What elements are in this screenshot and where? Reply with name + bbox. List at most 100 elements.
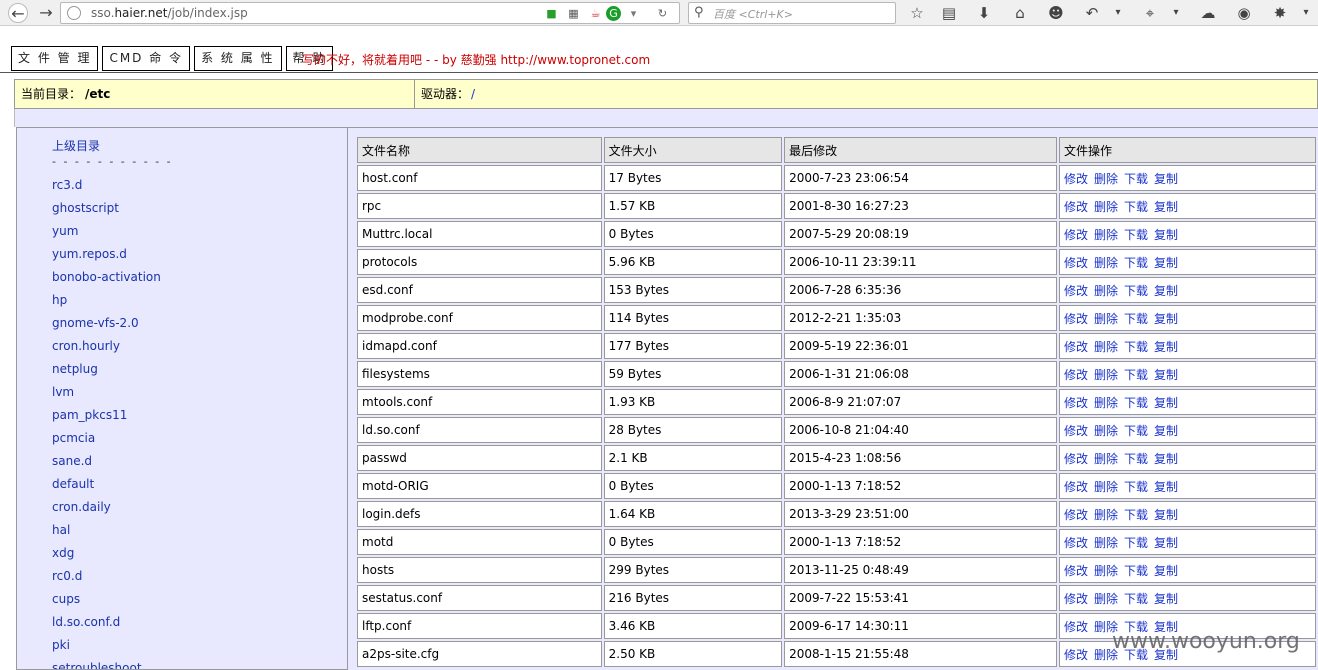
directory-link[interactable]: hp [52, 292, 161, 315]
reload-icon[interactable]: ↻ [655, 6, 670, 21]
delete-link[interactable]: 删除 [1094, 508, 1118, 522]
dropdown-icon[interactable]: ▾ [626, 6, 641, 21]
directory-link[interactable]: cron.daily [52, 499, 161, 522]
directory-link[interactable]: lvm [52, 384, 161, 407]
edit-link[interactable]: 修改 [1064, 200, 1088, 214]
delete-link[interactable]: 删除 [1094, 536, 1118, 550]
system-properties-button[interactable]: 系 统 属 性 [194, 46, 282, 71]
directory-link[interactable]: ld.so.conf.d [52, 614, 161, 637]
download-link[interactable]: 下载 [1124, 340, 1148, 354]
copy-link[interactable]: 复制 [1154, 508, 1178, 522]
crop-menu-icon[interactable]: ▾ [1166, 3, 1186, 23]
undo-menu-icon[interactable]: ▾ [1108, 3, 1128, 23]
back-icon[interactable]: ← [8, 3, 28, 23]
download-link[interactable]: 下载 [1124, 396, 1148, 410]
delete-link[interactable]: 删除 [1094, 368, 1118, 382]
delete-link[interactable]: 删除 [1094, 284, 1118, 298]
copy-link[interactable]: 复制 [1154, 284, 1178, 298]
delete-link[interactable]: 删除 [1094, 592, 1118, 606]
download-link[interactable]: 下载 [1124, 200, 1148, 214]
edit-link[interactable]: 修改 [1064, 284, 1088, 298]
delete-link[interactable]: 删除 [1094, 452, 1118, 466]
forward-icon[interactable]: → [36, 3, 56, 23]
directory-link[interactable]: cups [52, 591, 161, 614]
edit-link[interactable]: 修改 [1064, 620, 1088, 634]
extension-icon[interactable]: ✸ [1270, 3, 1290, 23]
edit-link[interactable]: 修改 [1064, 368, 1088, 382]
copy-link[interactable]: 复制 [1154, 340, 1178, 354]
edit-link[interactable]: 修改 [1064, 536, 1088, 550]
copy-link[interactable]: 复制 [1154, 564, 1178, 578]
download-link[interactable]: 下载 [1124, 564, 1148, 578]
grammarly-icon[interactable]: G [606, 6, 621, 21]
file-manage-button[interactable]: 文 件 管 理 [11, 46, 99, 71]
download-link[interactable]: 下载 [1124, 284, 1148, 298]
download-link[interactable]: 下载 [1124, 228, 1148, 242]
download-link[interactable]: 下载 [1124, 256, 1148, 270]
directory-link[interactable]: sane.d [52, 453, 161, 476]
copy-link[interactable]: 复制 [1154, 256, 1178, 270]
drive-link[interactable]: / [471, 87, 475, 101]
directory-link[interactable]: bonobo-activation [52, 269, 161, 292]
chat-icon[interactable]: ☻ [1046, 3, 1066, 23]
edit-link[interactable]: 修改 [1064, 592, 1088, 606]
directory-link[interactable]: rc0.d [52, 568, 161, 591]
copy-link[interactable]: 复制 [1154, 368, 1178, 382]
directory-link[interactable]: pki [52, 637, 161, 660]
edit-link[interactable]: 修改 [1064, 452, 1088, 466]
delete-link[interactable]: 删除 [1094, 396, 1118, 410]
delete-link[interactable]: 删除 [1094, 424, 1118, 438]
copy-link[interactable]: 复制 [1154, 312, 1178, 326]
home-icon[interactable]: ⌂ [1010, 3, 1030, 23]
directory-link[interactable]: hal [52, 522, 161, 545]
delete-link[interactable]: 删除 [1094, 312, 1118, 326]
download-link[interactable]: 下载 [1124, 312, 1148, 326]
directory-link[interactable]: rc3.d [52, 177, 161, 200]
download-link[interactable]: 下载 [1124, 368, 1148, 382]
edit-link[interactable]: 修改 [1064, 396, 1088, 410]
copy-link[interactable]: 复制 [1154, 480, 1178, 494]
shield-icon[interactable]: ■ [544, 6, 559, 21]
search-input[interactable]: ⚲ 百度 <Ctrl+K> [688, 2, 896, 24]
download-link[interactable]: 下载 [1124, 452, 1148, 466]
directory-link[interactable]: cron.hourly [52, 338, 161, 361]
edit-link[interactable]: 修改 [1064, 564, 1088, 578]
directory-link[interactable]: pam_pkcs11 [52, 407, 161, 430]
edit-link[interactable]: 修改 [1064, 480, 1088, 494]
edit-link[interactable]: 修改 [1064, 228, 1088, 242]
delete-link[interactable]: 删除 [1094, 340, 1118, 354]
copy-link[interactable]: 复制 [1154, 396, 1178, 410]
edit-link[interactable]: 修改 [1064, 172, 1088, 186]
edit-link[interactable]: 修改 [1064, 424, 1088, 438]
copy-link[interactable]: 复制 [1154, 200, 1178, 214]
directory-link[interactable]: yum [52, 223, 161, 246]
download-link[interactable]: 下载 [1124, 172, 1148, 186]
directory-link[interactable]: pcmcia [52, 430, 161, 453]
directory-link[interactable]: xdg [52, 545, 161, 568]
download-link[interactable]: 下载 [1124, 424, 1148, 438]
copy-link[interactable]: 复制 [1154, 424, 1178, 438]
edit-link[interactable]: 修改 [1064, 508, 1088, 522]
overflow-menu-icon[interactable]: ▾ [1296, 3, 1316, 23]
delete-link[interactable]: 删除 [1094, 564, 1118, 578]
download-link[interactable]: 下载 [1124, 536, 1148, 550]
directory-link[interactable]: setroubleshoot [52, 660, 161, 669]
delete-link[interactable]: 删除 [1094, 172, 1118, 186]
comment-icon[interactable]: ☁ [1198, 3, 1218, 23]
download-link[interactable]: 下载 [1124, 592, 1148, 606]
cmd-button[interactable]: CMD 命 令 [102, 46, 191, 71]
directory-link[interactable]: gnome-vfs-2.0 [52, 315, 161, 338]
edit-link[interactable]: 修改 [1064, 256, 1088, 270]
edit-link[interactable]: 修改 [1064, 312, 1088, 326]
copy-link[interactable]: 复制 [1154, 452, 1178, 466]
edit-link[interactable]: 修改 [1064, 648, 1088, 662]
directory-link[interactable]: netplug [52, 361, 161, 384]
delete-link[interactable]: 删除 [1094, 228, 1118, 242]
download-link[interactable]: 下载 [1124, 480, 1148, 494]
copy-link[interactable]: 复制 [1154, 172, 1178, 186]
parent-directory-link[interactable]: 上级目录 [52, 137, 100, 154]
reader-icon[interactable]: ▤ [939, 3, 959, 23]
java-icon[interactable]: ☕ [588, 6, 603, 21]
copy-link[interactable]: 复制 [1154, 592, 1178, 606]
delete-link[interactable]: 删除 [1094, 480, 1118, 494]
